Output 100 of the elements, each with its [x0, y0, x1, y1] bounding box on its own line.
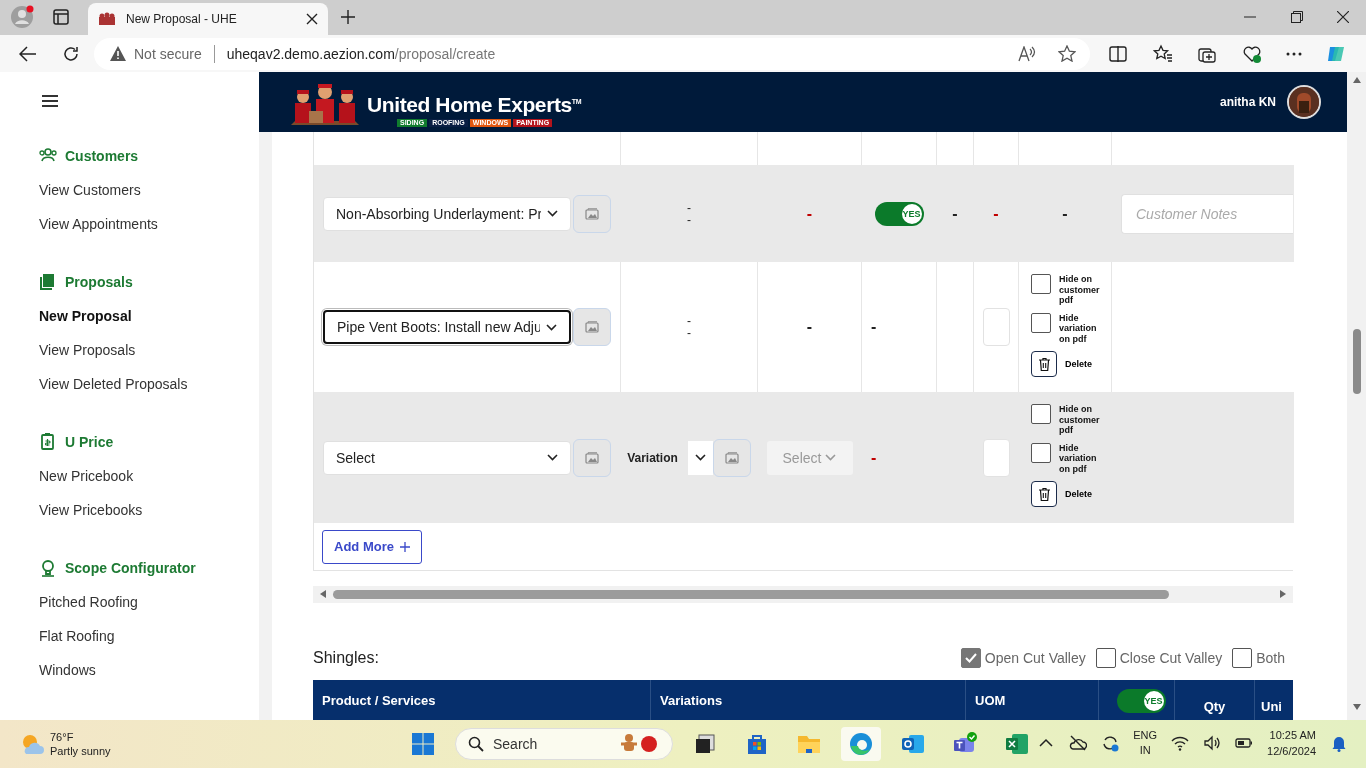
- table-cell: -: [952, 204, 958, 223]
- toggle-switch[interactable]: YES: [874, 201, 924, 226]
- reload-icon[interactable]: [62, 44, 80, 63]
- clock-date[interactable]: 12/6/2024: [1267, 743, 1316, 759]
- checkbox[interactable]: [1232, 647, 1253, 668]
- favorites-icon[interactable]: [1153, 43, 1173, 64]
- avatar-icon: [1289, 87, 1319, 117]
- chevron-down-icon: [547, 454, 558, 461]
- nav-link[interactable]: Pitched Roofing: [0, 585, 138, 619]
- delete-button[interactable]: [1031, 351, 1057, 377]
- chevron-down-icon: [694, 454, 706, 461]
- delete-label: Delete: [1065, 359, 1092, 369]
- nav-link[interactable]: New Pricebook: [0, 459, 134, 493]
- windows-icon: [411, 732, 435, 756]
- checkbox[interactable]: [960, 647, 981, 668]
- table-cell: -: [871, 318, 877, 336]
- checkbox[interactable]: [1095, 647, 1116, 668]
- warning-icon: [110, 46, 126, 61]
- edge-icon: [849, 732, 873, 756]
- new-tab-icon[interactable]: [341, 10, 355, 24]
- checkbox[interactable]: [1031, 442, 1051, 463]
- column-header: UOM: [966, 680, 1099, 720]
- nav-link[interactable]: Flat Roofing: [0, 619, 115, 653]
- add-more-button[interactable]: Add More: [322, 529, 422, 564]
- table-cell: -: [871, 448, 877, 467]
- close-icon[interactable]: [306, 13, 318, 25]
- notification-bell-icon[interactable]: [1330, 734, 1348, 752]
- image-icon: [585, 321, 599, 333]
- section-title: Scope Configurator: [65, 560, 196, 576]
- brand-name: United Home Experts$^{TM}$: [367, 93, 582, 117]
- nav-link[interactable]: View Deleted Proposals: [0, 367, 188, 401]
- table-cell: - -: [687, 201, 691, 226]
- toggle-switch[interactable]: YES: [1116, 689, 1166, 713]
- scroll-left-icon: [320, 590, 326, 599]
- column-header: Qty: [1175, 680, 1255, 720]
- nav-link[interactable]: View Pricebooks: [0, 493, 143, 527]
- trash-icon: [1038, 487, 1050, 501]
- nav-link[interactable]: View Appointments: [0, 207, 158, 241]
- read-aloud-icon[interactable]: [1018, 45, 1036, 62]
- scroll-up-icon: [1352, 77, 1361, 83]
- search-field[interactable]: Search: [455, 728, 673, 760]
- menu-icon[interactable]: [42, 95, 58, 107]
- profile-icon[interactable]: [10, 5, 34, 29]
- checkbox-label: Open Cut Valley: [984, 649, 1086, 666]
- chevron-down-icon: [546, 323, 557, 331]
- vertical-scrollbar[interactable]: [1347, 72, 1366, 720]
- cloud-off-icon[interactable]: [1069, 734, 1088, 752]
- checkbox[interactable]: [1031, 274, 1051, 294]
- volume-icon[interactable]: [1203, 734, 1222, 752]
- restore-icon[interactable]: [1291, 11, 1303, 23]
- star-icon[interactable]: [1058, 45, 1076, 62]
- checkbox-label: Hide variation on pdf: [1059, 442, 1098, 474]
- checkbox[interactable]: [1031, 312, 1051, 333]
- outlook-icon: [901, 732, 925, 756]
- image-icon: [585, 451, 599, 464]
- scrollbar-thumb[interactable]: [1352, 329, 1361, 394]
- table-cell: -: [993, 204, 999, 223]
- checkbox-label: Both: [1256, 649, 1285, 666]
- column-header: Product / Services: [313, 680, 651, 720]
- excel-icon: [1005, 732, 1029, 756]
- search-icon: [468, 736, 484, 752]
- section-icon: [39, 559, 57, 577]
- edge-button[interactable]: [841, 727, 881, 761]
- close-icon[interactable]: [1337, 11, 1349, 23]
- sync-icon[interactable]: [1101, 734, 1120, 752]
- delete-button[interactable]: [1031, 481, 1057, 507]
- table-cell: -: [806, 318, 813, 336]
- image-icon: [585, 207, 599, 220]
- checkbox-label: Hide variation on pdf: [1059, 312, 1098, 344]
- column-header: Uni: [1260, 698, 1283, 716]
- address-bar[interactable]: Not secure uheqav2.demo.aezion.com/proposal/create: [94, 37, 1090, 70]
- store-icon: [745, 732, 769, 756]
- nav-link[interactable]: View Proposals: [0, 333, 136, 367]
- table-cell: -: [806, 204, 813, 223]
- browser-tab[interactable]: New Proposal - UHE: [88, 3, 328, 35]
- checkbox[interactable]: [1031, 404, 1051, 424]
- plus-icon: [399, 541, 410, 552]
- clock-time[interactable]: 10:25 AM: [1269, 727, 1316, 743]
- language-indicator[interactable]: ENG: [1133, 728, 1158, 743]
- wifi-icon[interactable]: [1171, 734, 1190, 752]
- back-icon[interactable]: [19, 45, 37, 62]
- quantity-field[interactable]: [982, 438, 1010, 477]
- variation-select[interactable]: [687, 440, 713, 475]
- quantity-field[interactable]: [982, 308, 1010, 346]
- nav-link[interactable]: Windows: [0, 653, 96, 687]
- product-select[interactable]: Select: [323, 440, 571, 475]
- avatar[interactable]: [1287, 85, 1321, 119]
- horizontal-scrollbar[interactable]: [313, 586, 1293, 603]
- split-screen-icon[interactable]: [1108, 43, 1128, 64]
- nav-link[interactable]: New Proposal: [0, 299, 132, 333]
- section-title: Customers: [65, 148, 139, 164]
- weather-temperature: 76°F: [50, 730, 75, 744]
- tab-actions-icon[interactable]: [53, 9, 69, 25]
- checkbox-label: Hide on customer pdf: [1059, 404, 1101, 436]
- language-indicator[interactable]: IN: [1139, 743, 1151, 758]
- section-title: U Price: [65, 434, 114, 450]
- chevron-down-icon: [547, 210, 558, 217]
- weather-condition: Partly sunny: [50, 744, 111, 758]
- product-select[interactable]: Pipe Vent Boots: Install new Adju: [323, 310, 571, 344]
- nav-link[interactable]: View Customers: [0, 173, 141, 207]
